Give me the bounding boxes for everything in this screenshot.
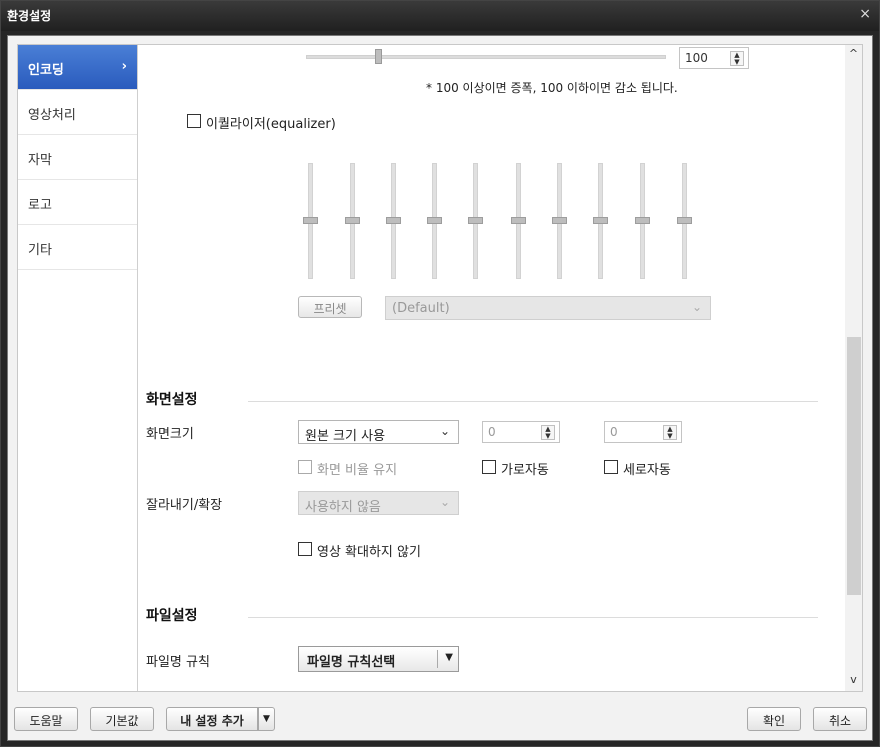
content-panel: 인코딩 › 영상처리 자막 로고 기타 100 ▲ ▼ * 100 이상이면 증…: [17, 44, 863, 692]
equalizer-checkbox[interactable]: [187, 114, 201, 128]
section-divider: [248, 617, 818, 618]
screen-section-title: 화면설정: [146, 392, 198, 408]
close-icon[interactable]: ×: [859, 6, 871, 22]
volume-note: * 100 이상이면 증폭, 100 이하이면 감소 됩니다.: [426, 81, 678, 95]
equalizer-label: 이퀄라이저(equalizer): [206, 117, 336, 132]
keep-ratio-label: 화면 비율 유지: [317, 463, 398, 478]
width-spinbox[interactable]: 0 ▲ ▼: [482, 421, 560, 443]
auto-width-checkbox[interactable]: [482, 460, 496, 474]
spin-arrows-icon[interactable]: ▲ ▼: [730, 51, 744, 66]
auto-height-checkbox[interactable]: [604, 460, 618, 474]
dropdown-arrow-icon: ▼: [445, 652, 453, 663]
keep-ratio-checkbox[interactable]: [298, 460, 312, 474]
no-upscale-label: 영상 확대하지 않기: [317, 545, 421, 560]
volume-spinbox[interactable]: 100 ▲ ▼: [679, 47, 749, 69]
sidebar-item-video-processing[interactable]: 영상처리: [18, 90, 137, 135]
equalizer-bands: [303, 163, 704, 285]
file-name-rule-value: 파일명 규칙선택: [307, 655, 396, 670]
sidebar-item-etc[interactable]: 기타: [18, 225, 137, 270]
eq-band-thumb[interactable]: [593, 217, 608, 224]
scroll-up-icon[interactable]: ^: [845, 47, 862, 63]
height-spinbox[interactable]: 0 ▲ ▼: [604, 421, 682, 443]
volume-slider-track[interactable]: [306, 55, 666, 59]
sidebar-item-label: 로고: [28, 198, 52, 213]
no-upscale-checkbox[interactable]: [298, 542, 312, 556]
sidebar-item-label: 영상처리: [28, 108, 76, 123]
preset-value: (Default): [392, 301, 450, 316]
screen-size-label: 화면크기: [146, 427, 194, 442]
eq-band-thumb[interactable]: [386, 217, 401, 224]
cancel-button[interactable]: 취소: [813, 707, 867, 731]
eq-band-thumb[interactable]: [427, 217, 442, 224]
sidebar-item-label: 기타: [28, 243, 52, 258]
crop-select[interactable]: 사용하지 않음 ⌄: [298, 491, 459, 515]
chevron-down-icon: ⌄: [439, 495, 450, 509]
sidebar-item-label: 인코딩: [28, 63, 64, 78]
file-name-rule-dropdown[interactable]: 파일명 규칙선택 ▼: [298, 646, 459, 672]
settings-main: 100 ▲ ▼ * 100 이상이면 증폭, 100 이하이면 감소 됩니다. 이…: [138, 45, 846, 691]
eq-band-thumb[interactable]: [468, 217, 483, 224]
vertical-scrollbar[interactable]: ^ v: [845, 45, 862, 691]
eq-band-thumb[interactable]: [345, 217, 360, 224]
default-button[interactable]: 기본값: [90, 707, 154, 731]
sidebar-item-logo[interactable]: 로고: [18, 180, 137, 225]
auto-width-label: 가로자동: [501, 463, 549, 478]
sidebar: 인코딩 › 영상처리 자막 로고 기타: [18, 45, 138, 691]
screen-size-value: 원본 크기 사용: [305, 429, 386, 444]
eq-band-thumb[interactable]: [511, 217, 526, 224]
dropdown-separator: [437, 650, 438, 668]
settings-window: 환경설정 × 인코딩 › 영상처리 자막 로고 기타 100 ▲ ▼ * 100…: [0, 0, 880, 747]
volume-slider-thumb[interactable]: [374, 49, 382, 64]
file-name-rule-label: 파일명 규칙: [146, 655, 210, 670]
width-value: 0: [488, 425, 496, 439]
chevron-down-icon: ⌄: [439, 424, 450, 438]
spin-arrows-icon[interactable]: ▲ ▼: [541, 425, 555, 440]
crop-label: 잘라내기/확장: [146, 498, 223, 513]
sidebar-item-subtitles[interactable]: 자막: [18, 135, 137, 180]
height-value: 0: [610, 425, 618, 439]
scroll-down-icon[interactable]: v: [845, 673, 862, 689]
preset-select[interactable]: (Default) ⌄: [385, 296, 711, 320]
window-title: 환경설정: [7, 9, 52, 23]
ok-button[interactable]: 확인: [747, 707, 801, 731]
file-section-title: 파일설정: [146, 608, 198, 624]
eq-band-thumb[interactable]: [635, 217, 650, 224]
chevron-right-icon: ›: [121, 59, 127, 74]
eq-band-thumb[interactable]: [303, 217, 318, 224]
auto-height-label: 세로자동: [623, 463, 671, 478]
eq-band-thumb[interactable]: [552, 217, 567, 224]
spin-arrows-icon[interactable]: ▲ ▼: [663, 425, 677, 440]
add-my-settings-button[interactable]: 내 설정 추가: [166, 707, 258, 731]
help-button[interactable]: 도움말: [14, 707, 78, 731]
title-bar: 환경설정 ×: [1, 1, 879, 31]
preset-button[interactable]: 프리셋: [298, 296, 362, 318]
chevron-down-icon: ⌄: [691, 300, 702, 314]
screen-size-select[interactable]: 원본 크기 사용 ⌄: [298, 420, 459, 444]
section-divider: [248, 401, 818, 402]
crop-value: 사용하지 않음: [305, 500, 381, 515]
dropdown-arrow-icon[interactable]: ▼: [258, 707, 275, 731]
dialog-frame: 인코딩 › 영상처리 자막 로고 기타 100 ▲ ▼ * 100 이상이면 증…: [7, 35, 873, 741]
sidebar-item-encoding[interactable]: 인코딩 ›: [18, 45, 137, 90]
eq-band-thumb[interactable]: [677, 217, 692, 224]
scroll-thumb[interactable]: [847, 337, 861, 595]
volume-value: 100: [685, 51, 708, 65]
sidebar-item-label: 자막: [28, 153, 52, 168]
